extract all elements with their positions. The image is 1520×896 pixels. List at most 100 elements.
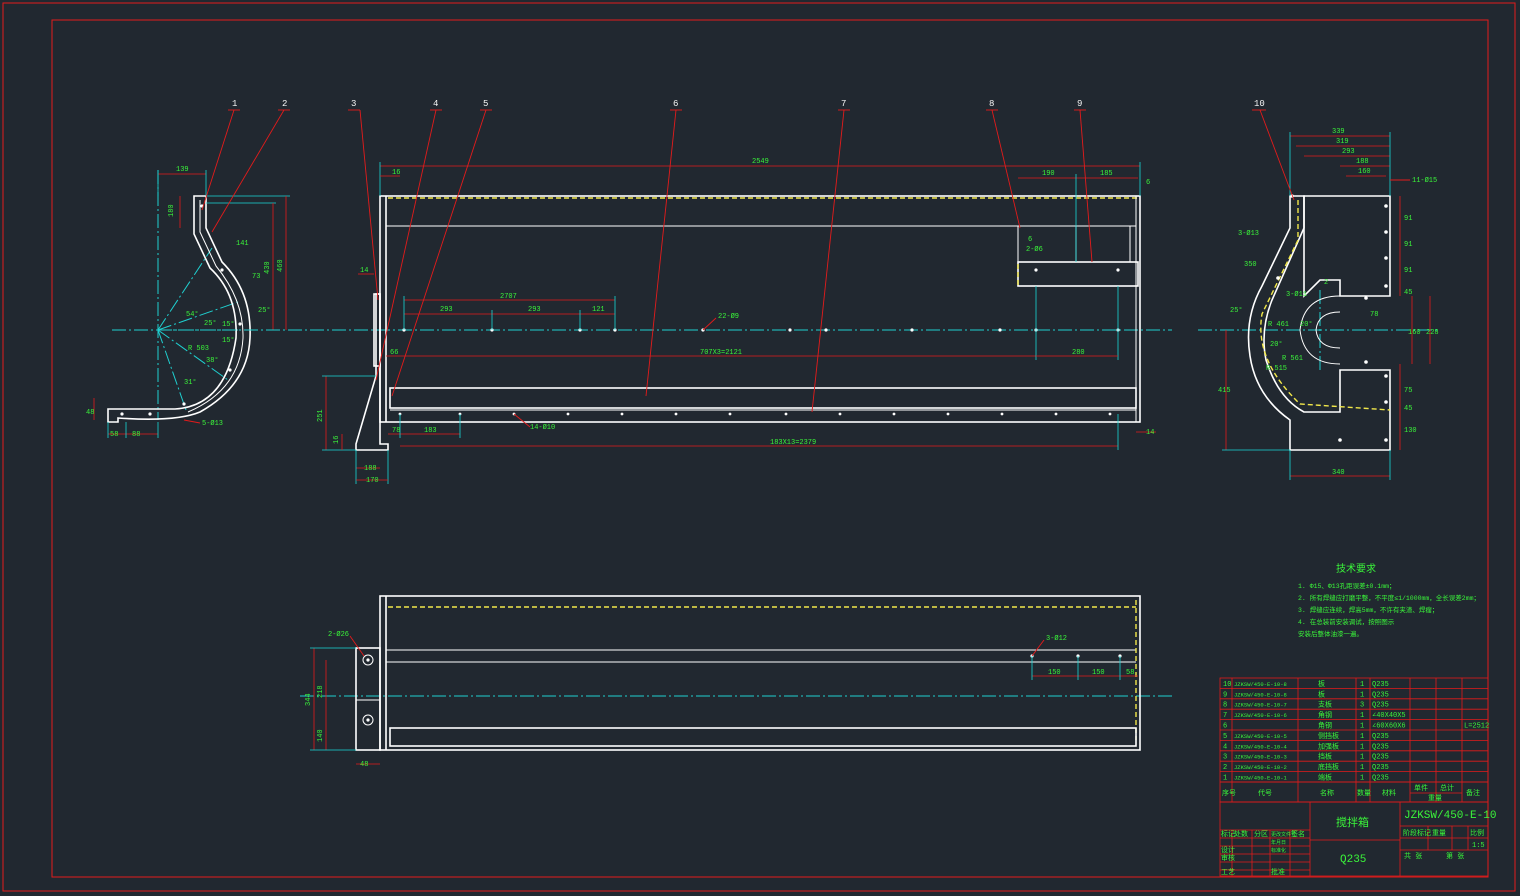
front-view: 2549 16 190 185 6 14 6 2-Ø6 2707 293 293…: [112, 158, 1172, 485]
title-block-date: 年月日: [1271, 839, 1286, 846]
bom-cell-mat: Q235: [1372, 775, 1389, 783]
bom-cell-mat: Q235: [1372, 743, 1389, 751]
bom-cell-note: L=2512: [1464, 723, 1489, 731]
note-line-1: 1. Φ15、Φ13孔距误差±0.1mm；: [1298, 581, 1396, 590]
balloon-2: 2: [282, 99, 287, 109]
cad-drawing: 139 180 430 460 141 73 25° 54° 25° 15° 1…: [2, 2, 1516, 892]
dim-430: 430: [264, 261, 272, 274]
dim-38deg: 38°: [206, 356, 219, 365]
bom-cell-code: JZKSW/450-E-10-1: [1234, 775, 1288, 782]
dim-180: 180: [168, 204, 176, 217]
dim-r561: R 561: [1282, 355, 1303, 363]
title-block-design: 设计: [1221, 845, 1235, 855]
dim-344: 344: [305, 693, 313, 706]
dim-228: 228: [1426, 329, 1439, 337]
bom-cell-no: 7: [1223, 712, 1227, 720]
dim-139: 139: [176, 166, 189, 174]
dim-66: 66: [390, 349, 398, 357]
bom-cell-no: 6: [1223, 723, 1227, 731]
bom-header-qty: 数量: [1357, 788, 1371, 798]
dim-350: 350: [1244, 261, 1257, 269]
bom-cell-no: 5: [1223, 733, 1227, 741]
dim-280: 280: [1072, 349, 1085, 357]
bom-rows: 10 JZKSW/450-E-10-8 板 1 Q235 9 JZKSW/450-E-10-…: [1220, 679, 1489, 783]
dim-293b: 293: [528, 306, 541, 314]
bom-cell-mat: ∠60X60X6: [1372, 723, 1406, 731]
title-block: 标记 处数 分区 更改文件号 签名 年月日 设计 标准化 审核 工艺 批准 搅拌…: [1219, 801, 1496, 877]
title-block-material: Q235: [1340, 854, 1366, 866]
dim-r461: R 461: [1268, 321, 1289, 329]
dim-6a: 6: [1146, 179, 1150, 187]
bom-cell-mat: ∠40X40X5: [1372, 712, 1406, 720]
note-line-4: 4. 在总装前安装调试，按照图示: [1298, 617, 1395, 626]
bom-cell-code: JZKSW/450-E-10-2: [1234, 764, 1287, 771]
dim-339: 339: [1332, 128, 1345, 136]
dim-16b: 16: [333, 436, 341, 444]
bom-cell-qty: 1: [1360, 712, 1364, 720]
bom-cell-code: JZKSW/450-E-10-6: [1234, 712, 1287, 719]
bom-cell-no: 9: [1223, 691, 1227, 699]
bom-cell-name: 加强板: [1318, 741, 1339, 751]
title-block-review: 审核: [1221, 853, 1235, 863]
dim-460: 460: [277, 259, 285, 272]
dim-20deg-a: 20°: [1300, 320, 1313, 329]
dim-183: 183: [424, 427, 437, 435]
bom-cell-qty: 1: [1360, 681, 1364, 689]
dim-2-o6: 2-Ø6: [1026, 245, 1043, 254]
front-view-holes: [398, 268, 1120, 416]
dim-6b: 6: [1028, 236, 1032, 244]
dim-14-o10: 14-Ø10: [530, 423, 555, 432]
title-block-name: 搅拌箱: [1336, 815, 1369, 830]
outer-frame: [2, 2, 1516, 892]
bom-cell-mat: Q235: [1372, 702, 1389, 710]
dim-78: 78: [392, 427, 400, 435]
dim-45b: 45: [1404, 405, 1412, 413]
bom-header-no: 序号: [1222, 788, 1236, 798]
bom-cell-name: 板: [1318, 689, 1325, 699]
technical-notes: 技术要求 1. Φ15、Φ13孔距误差±0.1mm； 2. 所有焊缝应打磨平整，…: [1298, 562, 1480, 638]
dim-25deg-b: 25°: [204, 319, 217, 328]
dim-140: 140: [317, 729, 325, 742]
dim-188: 188: [1356, 158, 1369, 166]
bom-cell-qty: 3: [1360, 702, 1364, 710]
bom-cell-name: 板: [1318, 679, 1325, 689]
bom-header-note: 备注: [1466, 788, 1480, 798]
bom-cell-qty: 1: [1360, 733, 1364, 741]
balloon-5: 5: [483, 99, 488, 109]
note-line-3: 3. 焊缝应连续，焊高5mm，不许有夹渣、焊瘤；: [1298, 605, 1438, 614]
dim-15deg: 15°: [222, 320, 235, 329]
dim-185: 185: [1100, 170, 1113, 178]
bom-cell-code: JZKSW/450-E-10-5: [1234, 733, 1287, 740]
balloon-1: 1: [232, 99, 237, 109]
title-block-scale: 比例: [1470, 828, 1484, 838]
dim-183x13: 183X13=2379: [770, 439, 816, 447]
bom-cell-qty: 1: [1360, 754, 1364, 762]
dim-121: 121: [592, 306, 605, 314]
dim-14a: 14: [360, 267, 368, 275]
dim-5-o13: 5-Ø13: [202, 419, 223, 428]
dim-150b: 150: [1092, 669, 1105, 677]
bom-cell-qty: 1: [1360, 764, 1364, 772]
dim-2-o26: 2-Ø26: [328, 630, 349, 639]
dim-14b: 14: [1146, 429, 1154, 437]
dim-25deg: 25°: [258, 306, 271, 315]
bom-cell-code: JZKSW/450-E-10-3: [1234, 754, 1287, 761]
bom-cell-name: 支板: [1318, 700, 1332, 710]
bom-cell-name: 侧挡板: [1318, 731, 1339, 741]
balloon-10: 10: [1254, 99, 1265, 109]
dim-3-o12: 3-Ø12: [1046, 634, 1067, 643]
dim-293: 293: [1342, 148, 1355, 156]
dim-45: 45: [1404, 289, 1412, 297]
dim-319: 319: [1336, 138, 1349, 146]
bom-cell-no: 4: [1223, 743, 1227, 751]
title-block-standard: 标准化: [1271, 847, 1286, 854]
balloon-7: 7: [841, 99, 846, 109]
dim-188: 188: [364, 465, 377, 473]
bom-cell-no: 1: [1223, 775, 1227, 783]
dim-91c: 91: [1404, 267, 1412, 275]
bom-cell-code: JZKSW/450-E-10-8: [1234, 691, 1287, 698]
dim-2549: 2549: [752, 158, 769, 166]
bom-cell-mat: Q235: [1372, 681, 1389, 689]
dim-31deg: 31°: [184, 378, 197, 387]
bom-cell-code: JZKSW/450-E-10-7: [1234, 702, 1287, 709]
